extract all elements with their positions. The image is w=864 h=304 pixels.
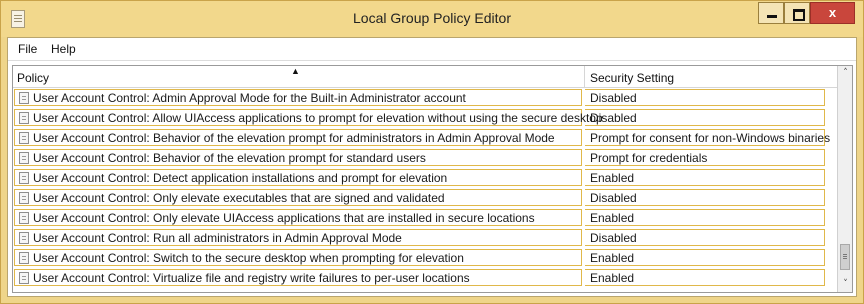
table-row[interactable]: User Account Control: Admin Approval Mod… <box>13 88 837 108</box>
menu-file[interactable]: File <box>18 42 37 56</box>
policy-name: User Account Control: Only elevate execu… <box>33 191 445 205</box>
policy-name: User Account Control: Allow UIAccess app… <box>33 111 603 125</box>
column-header-security-setting[interactable]: Security Setting <box>590 71 674 85</box>
security-setting-value: Enabled <box>590 171 635 185</box>
table-row[interactable]: User Account Control: Virtualize file an… <box>13 268 837 288</box>
minimize-button[interactable] <box>758 2 784 24</box>
vertical-scrollbar[interactable]: ˄ ˅ <box>837 66 852 292</box>
policy-cell[interactable]: User Account Control: Run all administra… <box>14 229 582 246</box>
policy-name: User Account Control: Behavior of the el… <box>33 151 426 165</box>
security-setting-value: Prompt for credentials <box>590 151 708 165</box>
policy-document-icon <box>19 232 29 244</box>
policy-document-icon <box>19 252 29 264</box>
policy-document-icon <box>19 92 29 104</box>
setting-cell[interactable]: Disabled <box>585 109 825 126</box>
policy-cell[interactable]: User Account Control: Behavior of the el… <box>14 149 582 166</box>
security-setting-value: Enabled <box>590 271 635 285</box>
maximize-button[interactable] <box>784 2 810 24</box>
policy-name: User Account Control: Run all administra… <box>33 231 402 245</box>
policy-cell[interactable]: User Account Control: Detect application… <box>14 169 582 186</box>
table-row[interactable]: User Account Control: Only elevate execu… <box>13 188 837 208</box>
policy-document-icon <box>19 112 29 124</box>
policy-name: User Account Control: Behavior of the el… <box>33 131 555 145</box>
policy-list: Policy ▲ Security Setting User Account C… <box>12 65 853 293</box>
security-setting-value: Prompt for consent for non-Windows binar… <box>590 131 831 145</box>
policy-document-icon <box>19 212 29 224</box>
policy-name: User Account Control: Admin Approval Mod… <box>33 91 466 105</box>
column-divider[interactable] <box>584 66 585 87</box>
setting-cell[interactable]: Disabled <box>585 229 825 246</box>
security-setting-value: Disabled <box>590 191 637 205</box>
policy-cell[interactable]: User Account Control: Virtualize file an… <box>14 269 582 286</box>
editor-client-area: File Help Policy ▲ Security Setting User… <box>7 37 857 297</box>
menu-help[interactable]: Help <box>51 42 76 56</box>
sort-ascending-icon: ▲ <box>291 66 300 76</box>
setting-cell[interactable]: Prompt for credentials <box>585 149 825 166</box>
table-row[interactable]: User Account Control: Detect application… <box>13 168 837 188</box>
policy-cell[interactable]: User Account Control: Allow UIAccess app… <box>14 109 603 126</box>
window-title: Local Group Policy Editor <box>353 10 511 26</box>
policy-cell[interactable]: User Account Control: Admin Approval Mod… <box>14 89 582 106</box>
setting-cell[interactable]: Disabled <box>585 89 825 106</box>
policy-document-icon <box>19 272 29 284</box>
policy-cell[interactable]: User Account Control: Only elevate execu… <box>14 189 582 206</box>
setting-cell[interactable]: Enabled <box>585 269 825 286</box>
policy-name: User Account Control: Virtualize file an… <box>33 271 470 285</box>
policy-cell[interactable]: User Account Control: Only elevate UIAcc… <box>14 209 582 226</box>
policy-document-icon <box>19 152 29 164</box>
policy-document-icon <box>19 172 29 184</box>
policy-document-icon <box>19 132 29 144</box>
setting-cell[interactable]: Enabled <box>585 249 825 266</box>
column-header-policy[interactable]: Policy <box>17 71 49 85</box>
setting-cell[interactable]: Prompt for consent for non-Windows binar… <box>585 129 830 146</box>
table-row[interactable]: User Account Control: Switch to the secu… <box>13 248 837 268</box>
policy-document-icon <box>19 192 29 204</box>
setting-cell[interactable]: Enabled <box>585 209 825 226</box>
setting-cell[interactable]: Disabled <box>585 189 825 206</box>
scroll-thumb[interactable] <box>840 244 850 270</box>
list-header: Policy ▲ Security Setting <box>13 66 837 88</box>
policy-cell[interactable]: User Account Control: Behavior of the el… <box>14 129 582 146</box>
security-setting-value: Disabled <box>590 91 637 105</box>
table-row[interactable]: User Account Control: Run all administra… <box>13 228 837 248</box>
security-setting-value: Enabled <box>590 251 635 265</box>
app-window: Local Group Policy Editor x File Help Po… <box>0 0 864 304</box>
policy-name: User Account Control: Only elevate UIAcc… <box>33 211 535 225</box>
policy-rows: User Account Control: Admin Approval Mod… <box>13 88 837 288</box>
security-setting-value: Enabled <box>590 211 635 225</box>
security-setting-value: Disabled <box>590 111 637 125</box>
title-bar[interactable]: Local Group Policy Editor x <box>1 1 863 37</box>
security-setting-value: Disabled <box>590 231 637 245</box>
table-row[interactable]: User Account Control: Allow UIAccess app… <box>13 108 837 128</box>
scroll-down-icon[interactable]: ˅ <box>838 277 852 292</box>
scroll-up-icon[interactable]: ˄ <box>838 66 852 81</box>
setting-cell[interactable]: Enabled <box>585 169 825 186</box>
close-button[interactable]: x <box>810 2 855 24</box>
table-row[interactable]: User Account Control: Behavior of the el… <box>13 128 837 148</box>
menu-bar: File Help <box>8 38 856 61</box>
policy-name: User Account Control: Detect application… <box>33 171 448 185</box>
policy-cell[interactable]: User Account Control: Switch to the secu… <box>14 249 582 266</box>
table-row[interactable]: User Account Control: Behavior of the el… <box>13 148 837 168</box>
policy-name: User Account Control: Switch to the secu… <box>33 251 464 265</box>
close-icon: x <box>828 5 837 20</box>
table-row[interactable]: User Account Control: Only elevate UIAcc… <box>13 208 837 228</box>
